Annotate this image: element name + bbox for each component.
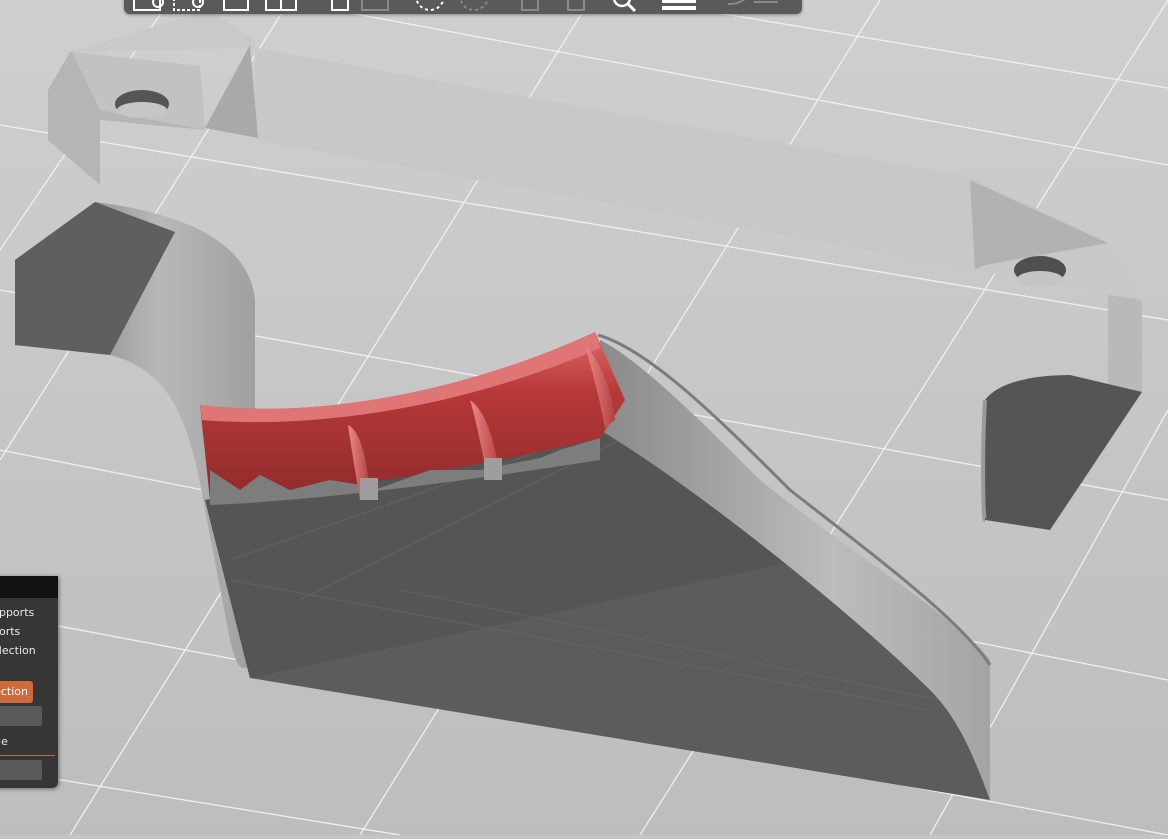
main-toolbar [124, 0, 802, 14]
panel-separator [0, 755, 55, 756]
undo-redo-icon[interactable] [724, 0, 778, 14]
search-icon[interactable] [608, 0, 644, 14]
3d-viewport[interactable] [0, 0, 1168, 836]
panel-item-add-supports: upports [0, 606, 35, 619]
panel-item-block-supports: ports [0, 625, 21, 638]
panel-item-circle: cle [0, 735, 8, 748]
value-field[interactable] [0, 706, 42, 726]
paste-icon[interactable] [358, 0, 394, 14]
add-object-icon[interactable] [130, 0, 166, 14]
remove-selection-button[interactable]: ection [0, 681, 33, 703]
delete-object-icon[interactable] [170, 0, 206, 14]
split-icon[interactable] [262, 0, 298, 14]
panel-header [0, 576, 58, 598]
split-parts-icon[interactable] [560, 0, 596, 14]
support-paint-panel: upports ports election ection cle [0, 576, 58, 788]
layers-editing-icon[interactable] [660, 0, 696, 14]
add-instance-icon[interactable] [412, 0, 448, 14]
copy-icon[interactable] [324, 0, 360, 14]
remove-instance-icon[interactable] [456, 0, 492, 14]
split-objects-icon[interactable] [514, 0, 550, 14]
panel-item-remove-selection: election [0, 644, 36, 657]
scene-canvas [0, 0, 1168, 836]
arrange-icon[interactable] [220, 0, 256, 14]
circle-size-field[interactable] [0, 760, 42, 780]
